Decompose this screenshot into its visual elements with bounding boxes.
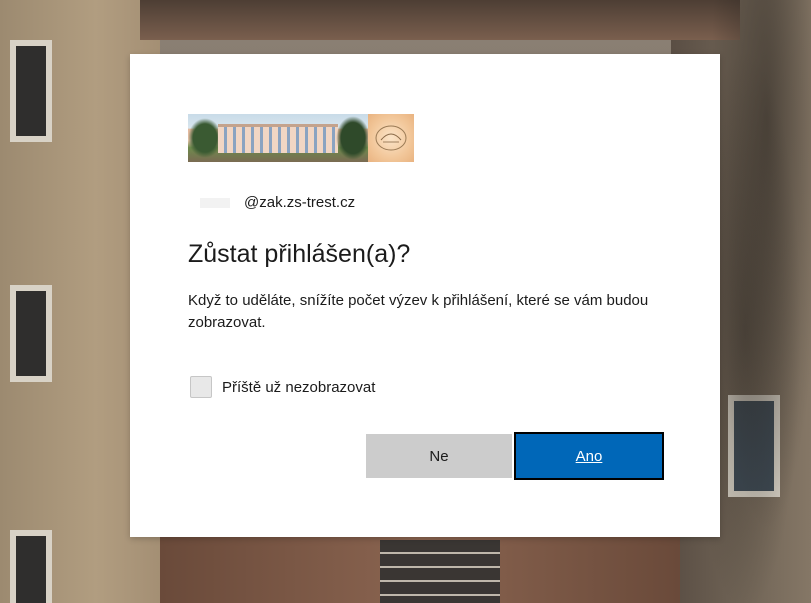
dialog-description: Když to uděláte, snížíte počet výzev k p…: [188, 292, 649, 331]
dialog-title: Zůstat přihlášen(a)?: [188, 240, 411, 268]
login-page: @zak.zs-trest.cz Zůstat přihlášen(a)? Kd…: [0, 0, 811, 603]
dont-show-again-label: Příště už nezobrazovat: [222, 378, 376, 396]
school-seal-icon: [368, 114, 414, 162]
account-email: @zak.zs-trest.cz: [200, 194, 355, 211]
redacted-username: [200, 198, 230, 209]
dont-show-again-checkbox-row[interactable]: Příště už nezobrazovat: [190, 376, 375, 398]
yes-button[interactable]: Ano: [514, 432, 664, 480]
dont-show-again-checkbox[interactable]: [190, 376, 212, 398]
school-building-logo: [188, 114, 368, 162]
no-button[interactable]: Ne: [366, 434, 512, 478]
email-domain: @zak.zs-trest.cz: [244, 194, 356, 211]
stay-signed-in-dialog: @zak.zs-trest.cz Zůstat přihlášen(a)? Kd…: [130, 54, 720, 537]
organization-logo: [188, 114, 414, 162]
